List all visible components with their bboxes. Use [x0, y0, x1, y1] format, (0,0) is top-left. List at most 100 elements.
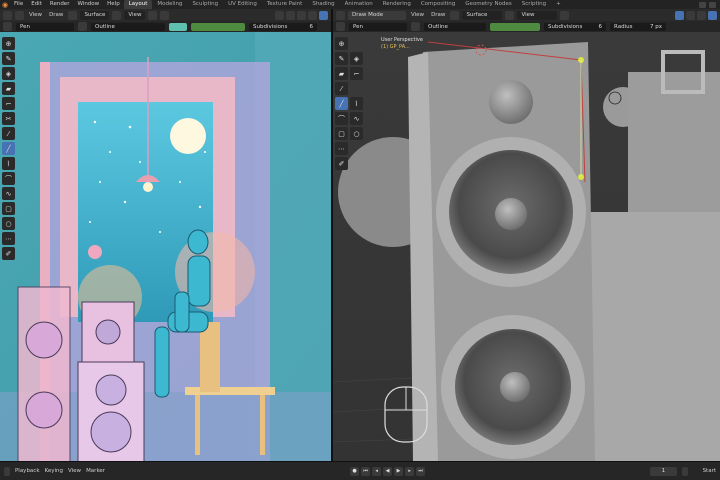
- gizmo-icon[interactable]: [675, 10, 684, 20]
- draw-tool-icon[interactable]: ✎: [2, 52, 15, 65]
- workspace-tab-rendering[interactable]: Rendering: [378, 0, 416, 9]
- menu-file[interactable]: File: [10, 0, 27, 9]
- snap-icon[interactable]: [560, 10, 570, 20]
- menu-view[interactable]: View: [409, 12, 426, 18]
- clock-icon[interactable]: [681, 466, 688, 476]
- play-reverse-icon[interactable]: ◀: [383, 466, 393, 476]
- fill-tool-icon[interactable]: ◈: [350, 52, 363, 65]
- jump-start-icon[interactable]: ⏮: [361, 466, 371, 476]
- editor-type-icon[interactable]: [336, 10, 345, 20]
- xray-icon[interactable]: [308, 10, 317, 20]
- arc-tool-icon[interactable]: ⌒: [335, 112, 348, 125]
- tint-tool-icon[interactable]: ⌐: [350, 67, 363, 80]
- interpolate-tool-icon[interactable]: ⋯: [2, 232, 15, 245]
- pen-brush-icon[interactable]: [336, 22, 345, 31]
- proportional-icon[interactable]: [160, 10, 170, 20]
- draw-mode-icon[interactable]: [15, 10, 24, 20]
- right-viewport-canvas[interactable]: User Perspective (1) GP_PA... ⊕ ✎ ◈ ▰ ⌐ …: [333, 32, 720, 461]
- menu-draw[interactable]: Draw: [47, 12, 65, 18]
- left-viewport-canvas[interactable]: ⊕ ✎ ◈ ▰ ⌐ ✂ ⁄ ╱ ⌇ ⌒ ∿ ▢ ○ ⋯ ✐: [0, 32, 331, 461]
- next-keyframe-icon[interactable]: ▸: [405, 466, 415, 476]
- view-orientation-icon[interactable]: [112, 10, 122, 20]
- scene-icon[interactable]: [699, 1, 706, 8]
- editor-type-icon[interactable]: [3, 10, 12, 20]
- fill-tool-icon[interactable]: ◈: [2, 67, 15, 80]
- radius-field[interactable]: Radius 7 px: [610, 22, 666, 31]
- shading-solid-icon[interactable]: [708, 10, 717, 20]
- workspace-tab-sculpting[interactable]: Sculpting: [187, 0, 223, 9]
- line-tool-icon[interactable]: ╱: [2, 142, 15, 155]
- curve-tool-icon[interactable]: ∿: [2, 187, 15, 200]
- blender-logo-icon[interactable]: ◉: [0, 0, 10, 9]
- stroke-color-swatch[interactable]: [169, 22, 187, 31]
- current-frame-field[interactable]: 1: [650, 466, 677, 476]
- start-frame-label[interactable]: Start: [703, 468, 716, 474]
- gizmo-icon[interactable]: [286, 10, 295, 20]
- mode-dropdown[interactable]: Draw Mode: [348, 10, 406, 20]
- placement-dropdown[interactable]: Surface: [80, 10, 110, 20]
- overlay-icon[interactable]: [686, 10, 695, 20]
- workspace-tab-texture-paint[interactable]: Texture Paint: [262, 0, 308, 9]
- workspace-tab-shading[interactable]: Shading: [307, 0, 339, 9]
- jump-end-icon[interactable]: ⏭: [416, 466, 426, 476]
- surface-placement-icon[interactable]: [68, 10, 78, 20]
- line-tool-icon[interactable]: ╱: [335, 97, 348, 110]
- eyedropper-tool-icon[interactable]: ⁄: [335, 82, 348, 95]
- polyline-tool-icon[interactable]: ⌇: [350, 97, 363, 110]
- annotate-tool-icon[interactable]: ✐: [2, 247, 15, 260]
- placement-dropdown[interactable]: Surface: [462, 10, 503, 20]
- subdivisions-field[interactable]: Subdivisions 6: [544, 22, 606, 31]
- draw-tool-icon[interactable]: ✎: [335, 52, 348, 65]
- menu-view[interactable]: View: [27, 12, 44, 18]
- pen-brush-icon[interactable]: [3, 22, 12, 31]
- erase-tool-icon[interactable]: ▰: [2, 82, 15, 95]
- menu-render[interactable]: Render: [46, 0, 74, 9]
- brush-selector[interactable]: Pen: [349, 22, 407, 31]
- material-icon[interactable]: [78, 22, 87, 31]
- polyline-tool-icon[interactable]: ⌇: [2, 157, 15, 170]
- overlay-icon[interactable]: [297, 10, 306, 20]
- box-tool-icon[interactable]: ▢: [335, 127, 348, 140]
- workspace-tab-scripting[interactable]: Scripting: [517, 0, 551, 9]
- arc-tool-icon[interactable]: ⌒: [2, 172, 15, 185]
- workspace-tab-modeling[interactable]: Modeling: [152, 0, 187, 9]
- curve-tool-icon[interactable]: ∿: [350, 112, 363, 125]
- annotate-tool-icon[interactable]: ✐: [335, 157, 348, 170]
- add-workspace-button[interactable]: +: [551, 0, 566, 9]
- timeline-playback-menu[interactable]: Playback: [15, 468, 40, 474]
- orientation-dropdown[interactable]: View: [124, 10, 146, 20]
- cursor-tool-icon[interactable]: ⊕: [335, 37, 348, 50]
- view-layer-icon[interactable]: [709, 1, 716, 8]
- material-selector[interactable]: Outline: [91, 22, 165, 31]
- view-orientation-icon[interactable]: [505, 10, 515, 20]
- strength-slider[interactable]: [191, 22, 245, 31]
- box-tool-icon[interactable]: ▢: [2, 202, 15, 215]
- subdivisions-field[interactable]: Subdivisions 6: [249, 22, 317, 31]
- timeline-keying-menu[interactable]: Keying: [45, 468, 63, 474]
- circle-tool-icon[interactable]: ○: [350, 127, 363, 140]
- orientation-dropdown[interactable]: View: [517, 10, 558, 20]
- interpolate-tool-icon[interactable]: ⋯: [335, 142, 348, 155]
- xray-icon[interactable]: [697, 10, 706, 20]
- menu-help[interactable]: Help: [103, 0, 124, 9]
- record-icon[interactable]: ●: [350, 466, 360, 476]
- cursor-tool-icon[interactable]: ⊕: [2, 37, 15, 50]
- workspace-tab-animation[interactable]: Animation: [340, 0, 378, 9]
- shading-solid-icon[interactable]: [319, 10, 328, 20]
- menu-draw[interactable]: Draw: [429, 12, 447, 18]
- workspace-tab-uv-editing[interactable]: UV Editing: [223, 0, 262, 9]
- menu-window[interactable]: Window: [73, 0, 103, 9]
- cutter-tool-icon[interactable]: ✂: [2, 112, 15, 125]
- workspace-tab-geometry-nodes[interactable]: Geometry Nodes: [460, 0, 516, 9]
- circle-tool-icon[interactable]: ○: [2, 217, 15, 230]
- right-3d-viewport[interactable]: Draw Mode View Draw Surface View Pen Out…: [333, 9, 720, 461]
- prev-keyframe-icon[interactable]: ◂: [372, 466, 382, 476]
- strength-slider[interactable]: [490, 22, 540, 31]
- tint-tool-icon[interactable]: ⌐: [2, 97, 15, 110]
- eyedropper-tool-icon[interactable]: ⁄: [2, 127, 15, 140]
- material-selector[interactable]: Outline: [424, 22, 486, 31]
- visibility-icon[interactable]: [275, 10, 284, 20]
- material-icon[interactable]: [411, 22, 420, 31]
- timeline-marker-menu[interactable]: Marker: [86, 468, 105, 474]
- play-icon[interactable]: ▶: [394, 466, 404, 476]
